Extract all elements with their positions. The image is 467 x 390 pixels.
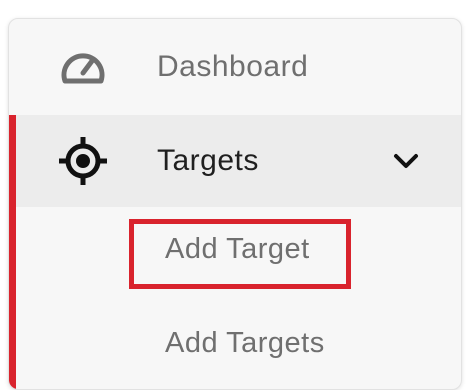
- gauge-icon: [57, 41, 109, 93]
- subitem-add-target[interactable]: Add Target: [165, 233, 310, 266]
- sidebar-item-targets[interactable]: Targets: [9, 115, 461, 207]
- sidebar-item-label: Targets: [157, 144, 259, 177]
- sidebar-item-dashboard[interactable]: Dashboard: [9, 19, 461, 115]
- sidebar-nav: Dashboard Targets Add Target Add Targets: [8, 18, 462, 390]
- subitem-add-targets[interactable]: Add Targets: [165, 327, 325, 360]
- sidebar-item-label: Dashboard: [157, 50, 309, 83]
- active-indicator: [9, 115, 16, 389]
- crosshair-icon: [57, 135, 109, 187]
- chevron-down-icon[interactable]: [391, 146, 421, 176]
